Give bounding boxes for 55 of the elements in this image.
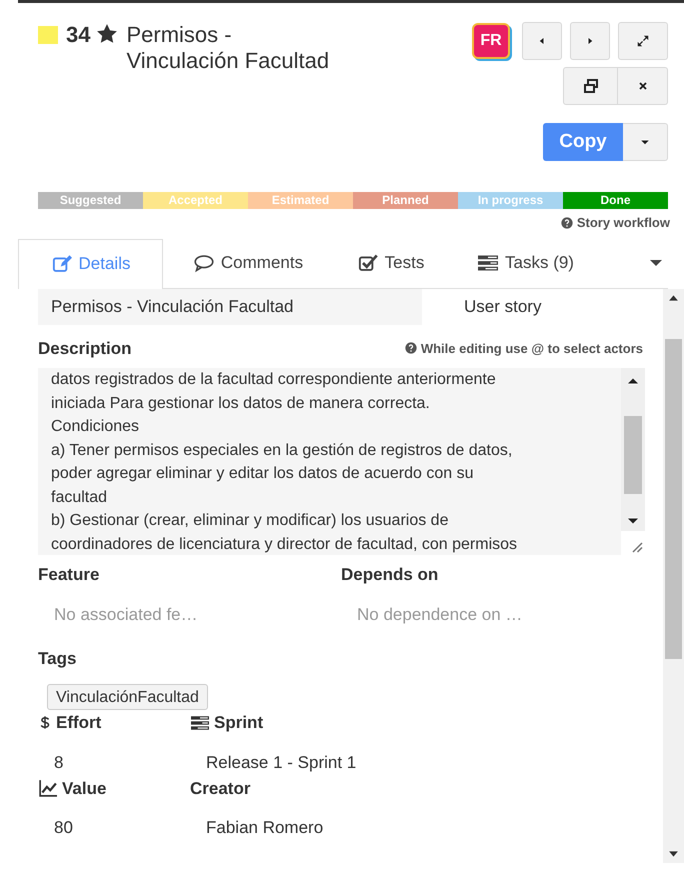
star-icon[interactable] bbox=[96, 23, 118, 45]
list-icon bbox=[190, 714, 210, 732]
checkbox-icon bbox=[356, 253, 379, 273]
edit-icon bbox=[50, 254, 73, 274]
type-field[interactable]: User story bbox=[422, 288, 645, 324]
workflow-step: In progress bbox=[458, 192, 563, 209]
description-field[interactable] bbox=[38, 368, 645, 555]
description-line: facultad bbox=[51, 488, 108, 508]
tab[interactable]: Tasks (9) bbox=[448, 238, 603, 288]
field-label: Depends on bbox=[341, 564, 438, 586]
field-label: Tags bbox=[38, 648, 78, 670]
workflow-step: Suggested bbox=[38, 192, 143, 209]
tab[interactable]: Tests bbox=[333, 238, 448, 288]
scrollbar[interactable] bbox=[663, 288, 684, 862]
help-icon bbox=[404, 342, 417, 354]
description-line: b) Gestionar (crear, eliminar y modificar) los usuarios de bbox=[51, 511, 450, 531]
scrollbar[interactable] bbox=[621, 368, 645, 531]
workflow-link[interactable]: Story workflow bbox=[576, 213, 670, 232]
description-line: iniciada Para gestionar los datos de manera correcta. bbox=[51, 394, 431, 414]
field-label: Effort bbox=[56, 712, 102, 734]
description-line: Condiciones bbox=[51, 417, 140, 437]
creator-field[interactable]: Fabian Romero bbox=[190, 815, 340, 840]
workflow-step: Estimated bbox=[248, 192, 353, 209]
sprint-field[interactable]: Release 1 - Sprint 1 bbox=[190, 750, 372, 775]
field-label: Description bbox=[38, 338, 132, 360]
expand-icon bbox=[636, 34, 650, 48]
field-label: Value bbox=[62, 778, 106, 800]
workflow-step: Done bbox=[563, 192, 668, 209]
description-line: datos registrados de la facultad correspondiente anteriormente bbox=[51, 370, 497, 390]
tab[interactable]: Comments bbox=[163, 238, 333, 288]
description-line: coordinadores de licenciatura y director de facultad, con permisos bbox=[51, 534, 518, 554]
windows-icon bbox=[582, 78, 598, 94]
description-line: a) Tener permisos especiales en la gestión de registros de datos, bbox=[51, 440, 514, 460]
editing-hint: While editing use @ to select actors bbox=[420, 340, 643, 358]
field-label: Creator bbox=[190, 778, 250, 800]
color-swatch bbox=[38, 26, 58, 44]
title-field[interactable]: Permisos - Vinculación Facultad bbox=[38, 288, 422, 324]
avatar[interactable]: FR bbox=[472, 23, 510, 59]
dollar-icon bbox=[38, 714, 52, 732]
value-field[interactable]: 80 bbox=[38, 815, 89, 840]
description-line: poder agregar eliminar y editar los datos de acuerdo con su bbox=[51, 464, 474, 484]
tag[interactable]: VinculaciónFacultad bbox=[47, 684, 208, 710]
story-number: 34 bbox=[66, 22, 90, 48]
workflow-step: Planned bbox=[353, 192, 458, 209]
list-icon bbox=[477, 253, 500, 273]
chart-icon bbox=[38, 779, 58, 798]
speech-bubble-icon bbox=[192, 253, 215, 273]
window-button[interactable] bbox=[563, 67, 618, 105]
workflow-step: Accepted bbox=[143, 192, 248, 209]
field-label: Sprint bbox=[214, 712, 264, 734]
help-icon bbox=[560, 216, 573, 229]
field-label: Feature bbox=[38, 564, 100, 586]
close-icon bbox=[636, 80, 648, 92]
effort-field[interactable]: 8 bbox=[38, 750, 80, 775]
story-title: Permisos - Vinculación Facultad bbox=[126, 22, 330, 74]
